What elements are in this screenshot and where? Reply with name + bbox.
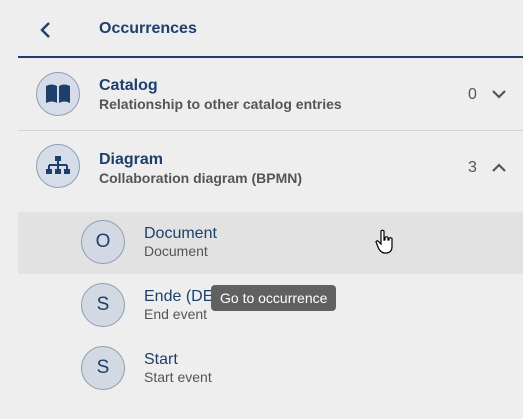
hierarchy-icon: [36, 144, 80, 188]
item-subtitle: End event: [144, 306, 208, 322]
header: [18, 0, 523, 58]
page-title: Occurrences: [99, 20, 197, 37]
section-subtitle: Relationship to other catalog entries: [99, 96, 342, 112]
occurrence-count: 3: [468, 159, 477, 176]
item-subtitle: Document: [144, 243, 208, 259]
back-chevron-icon[interactable]: [38, 18, 54, 42]
section-diagram[interactable]: Diagram Collaboration diagram (BPMN) 3: [18, 131, 523, 201]
item-avatar: O: [81, 220, 125, 264]
item-title: Ende (DE: [144, 288, 214, 305]
item-title: Document: [144, 225, 217, 242]
item-subtitle: Start event: [144, 369, 212, 385]
book-icon: [36, 72, 80, 116]
hand-cursor-icon: [375, 229, 395, 260]
section-catalog[interactable]: Catalog Relationship to other catalog en…: [18, 58, 523, 131]
occurrence-count: 0: [468, 86, 477, 103]
section-title: Diagram: [99, 151, 164, 168]
section-title: Catalog: [99, 77, 158, 94]
tooltip: Go to occurrence: [211, 285, 337, 311]
chevron-down-icon[interactable]: [490, 88, 508, 102]
occurrence-item[interactable]: O Document Document: [18, 212, 523, 274]
occurrence-item[interactable]: S Start Start event: [18, 338, 523, 400]
item-title: Start: [144, 351, 178, 368]
item-avatar: S: [81, 346, 125, 390]
chevron-up-icon[interactable]: [490, 161, 508, 175]
item-avatar: S: [81, 283, 125, 327]
section-subtitle: Collaboration diagram (BPMN): [99, 170, 303, 186]
